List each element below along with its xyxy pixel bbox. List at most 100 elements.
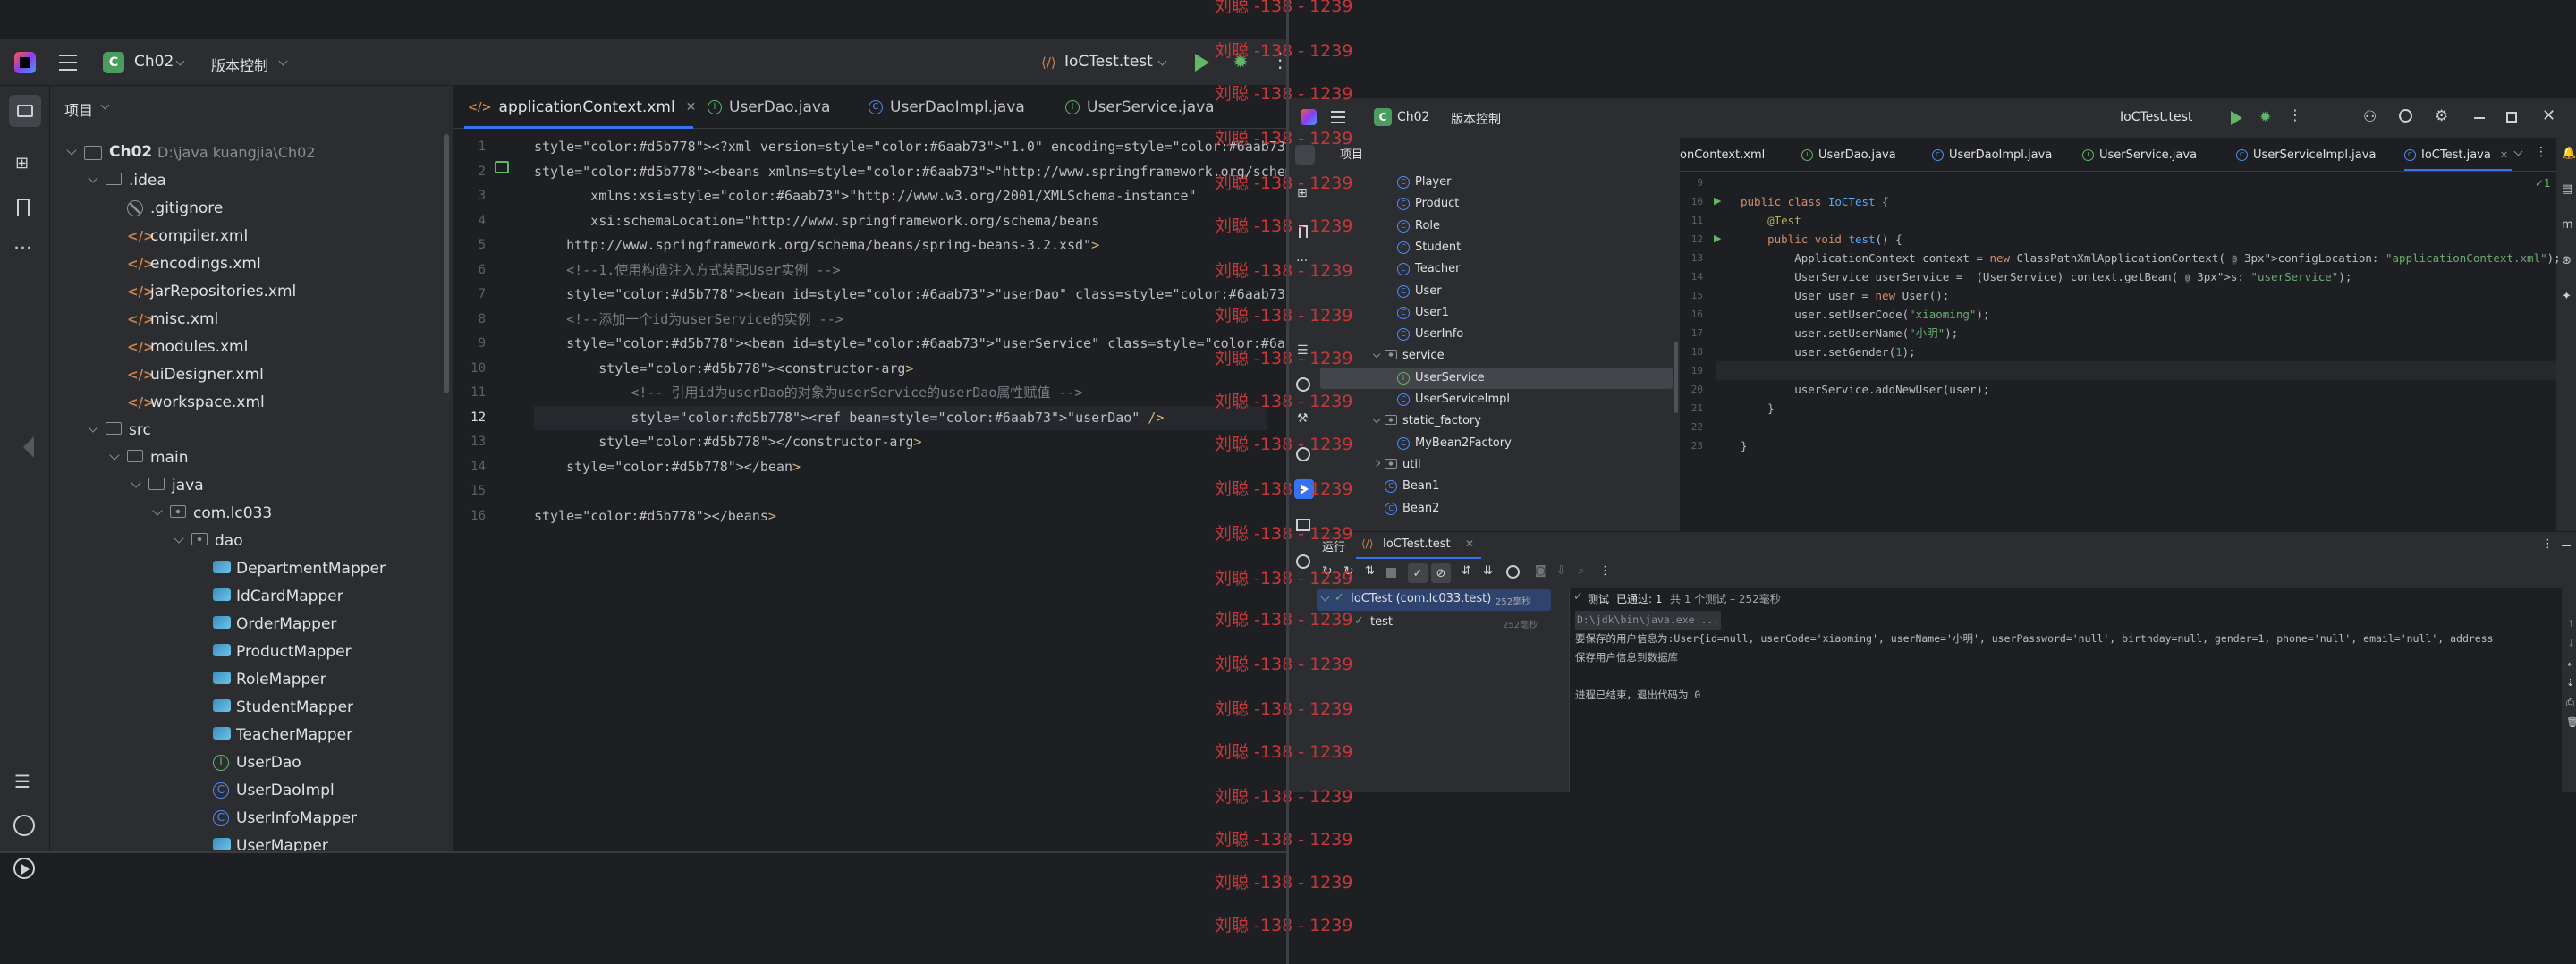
scroll-up-icon[interactable]: ↑ — [2567, 618, 2575, 630]
code-area[interactable]: public class IoCTest { @Test public void… — [1741, 173, 2561, 455]
editor-tab[interactable]: I UserDao.java — [704, 86, 834, 129]
run-tab[interactable]: IoCTest.test — [1383, 537, 1451, 551]
search-icon[interactable] — [2399, 109, 2412, 123]
tree-row[interactable]: I UserService — [1320, 367, 1673, 389]
close-tab-icon[interactable]: ✕ — [686, 100, 697, 114]
sort-duration-icon[interactable]: ⇊ — [1483, 564, 1493, 578]
settings-icon[interactable]: ⚙ — [2435, 107, 2448, 125]
editor-tab[interactable]: C UserDaoImpl.java — [865, 86, 1029, 129]
show-ignored-icon[interactable]: ⊘ — [1431, 563, 1451, 583]
chevron-down-icon[interactable] — [88, 422, 98, 433]
chevron-down-icon[interactable] — [66, 145, 77, 156]
tree-row[interactable]: ProductMapper — [50, 638, 453, 666]
chevron-down-icon[interactable] — [174, 533, 184, 544]
tree-row[interactable]: java — [50, 472, 453, 500]
chevron-down-icon[interactable] — [88, 173, 98, 183]
gradle-icon[interactable]: ⊛ — [2562, 254, 2572, 267]
app-logo-icon[interactable] — [14, 52, 36, 73]
tree-row[interactable]: C UserInfo — [1320, 324, 1673, 345]
run-panel-more-icon[interactable]: ⋮ — [2542, 537, 2554, 551]
tree-row[interactable]: .gitignore — [50, 195, 453, 223]
console-output[interactable]: D:\jdk\bin\java.exe ... 要保存的用户信息为:User{id… — [1575, 611, 2494, 705]
project-tool-icon[interactable] — [9, 95, 41, 127]
project-switcher[interactable]: Ch02 — [134, 53, 174, 71]
tree-row[interactable]: C Student — [1320, 237, 1673, 258]
vcs-menu[interactable]: 版本控制 — [1451, 110, 1501, 128]
tree-row[interactable]: UserMapper — [50, 833, 453, 851]
tree-row[interactable]: StudentMapper — [50, 694, 453, 722]
project-switcher[interactable]: Ch02 — [1397, 110, 1429, 124]
tabs-more-icon[interactable]: ⋮ — [2535, 145, 2547, 159]
tree-row[interactable]: C UserInfoMapper — [50, 805, 453, 833]
zoom-icon[interactable]: ⌕ — [1578, 564, 1584, 578]
chevron-right-icon[interactable] — [1372, 459, 1381, 468]
tree-row[interactable]: </> modules.xml — [50, 334, 453, 361]
editor-tab[interactable]: C UserServiceImpl.java — [2236, 138, 2376, 172]
scrollbar[interactable] — [444, 134, 449, 393]
todo-tool-icon[interactable]: ☰ — [14, 771, 30, 792]
bean-gutter-icon[interactable] — [495, 161, 509, 173]
run-icon[interactable] — [1195, 54, 1209, 72]
tree-row[interactable]: </> compiler.xml — [50, 223, 453, 250]
tree-row-root[interactable]: Ch02 D:\java kuangjia\Ch02 — [50, 140, 453, 167]
bookmarks-tool-icon[interactable] — [17, 199, 30, 216]
tree-row[interactable]: C User — [1320, 281, 1673, 302]
tree-row[interactable]: C Role — [1320, 216, 1673, 237]
tree-row[interactable]: static_factory — [1320, 410, 1673, 432]
more-tools-icon[interactable]: ··· — [13, 238, 32, 260]
chevron-down-icon[interactable] — [152, 505, 163, 516]
editor-tab[interactable]: C UserDaoImpl.java — [1932, 138, 2052, 172]
scrollbar[interactable] — [1674, 342, 1678, 413]
tree-row[interactable]: C Player — [1320, 172, 1673, 193]
more-icon[interactable]: ⋮ — [2288, 106, 2302, 123]
notifications-icon[interactable]: 🔔 — [2562, 147, 2576, 160]
toolbar-more-icon[interactable]: ⋮ — [1599, 564, 1611, 578]
toggle-icon[interactable]: ⇅ — [1365, 564, 1375, 578]
minimize-icon[interactable] — [2474, 117, 2485, 119]
project-panel-title[interactable]: 项目 — [64, 98, 93, 120]
tree-row[interactable]: C Product — [1320, 193, 1673, 215]
minimize-panel-icon[interactable] — [2562, 545, 2571, 546]
scroll-end-icon[interactable]: ⇣ — [2566, 677, 2574, 689]
tree-row[interactable]: C MyBean2Factory — [1320, 433, 1673, 454]
scroll-down-icon[interactable]: ↓ — [2567, 638, 2575, 649]
tree-row[interactable]: </> workspace.xml — [50, 389, 453, 417]
tree-row[interactable]: util — [1320, 454, 1673, 476]
tree-row[interactable]: main — [50, 444, 453, 472]
close-tab-icon[interactable]: ✕ — [2500, 149, 2508, 161]
run-gutter-icon[interactable]: ▶ — [1714, 195, 1721, 207]
clear-icon[interactable]: 🗑 — [2566, 716, 2576, 728]
database-icon[interactable]: ▤ — [2562, 182, 2572, 196]
run-config-selector[interactable]: IoCTest.test — [1064, 53, 1153, 71]
sort-icon[interactable]: ⇵ — [1462, 564, 1471, 578]
tree-row[interactable]: .idea — [50, 167, 453, 195]
structure-tool-icon[interactable]: ⊞ — [15, 154, 33, 173]
tree-row[interactable]: C UserServiceImpl — [1320, 389, 1673, 410]
profiler-tool-icon[interactable] — [13, 815, 35, 836]
vcs-menu[interactable]: 版本控制 — [211, 54, 268, 75]
editor-tab[interactable]: I UserDao.java — [1801, 138, 1896, 172]
user-icon[interactable]: ⚇ — [2363, 108, 2377, 126]
maximize-icon[interactable] — [2506, 112, 2517, 123]
tree-row[interactable]: </> jarRepositories.xml — [50, 278, 453, 306]
print-icon[interactable]: ⎙ — [2566, 697, 2574, 709]
tree-row[interactable]: service — [1320, 345, 1673, 367]
editor-tab[interactable]: </> applicationContext.xml ✕ — [464, 86, 699, 129]
tree-row[interactable]: C Bean1 — [1320, 476, 1673, 497]
show-passed-icon[interactable]: ✓ — [1408, 563, 1428, 583]
wrap-icon[interactable]: ↲ — [2566, 657, 2574, 669]
ai-assistant-icon[interactable]: ✦ — [2562, 290, 2572, 303]
tree-row[interactable]: I UserDao — [50, 749, 453, 777]
tree-row[interactable]: </> uiDesigner.xml — [50, 361, 453, 389]
run-config-selector[interactable]: IoCTest.test — [2120, 110, 2192, 124]
tree-row[interactable]: </> misc.xml — [50, 306, 453, 334]
tree-row[interactable]: </> encodings.xml — [50, 250, 453, 278]
camera-icon[interactable]: ◙ — [1535, 564, 1546, 578]
chevron-down-icon[interactable] — [1372, 416, 1381, 424]
chevron-down-icon[interactable] — [131, 478, 141, 488]
tree-row[interactable]: OrderMapper — [50, 611, 453, 638]
maven-icon[interactable]: m — [2562, 218, 2573, 232]
export-icon[interactable]: ⇩ — [1556, 564, 1566, 578]
close-icon[interactable]: ✕ — [2542, 106, 2555, 125]
tree-row[interactable]: RoleMapper — [50, 666, 453, 694]
